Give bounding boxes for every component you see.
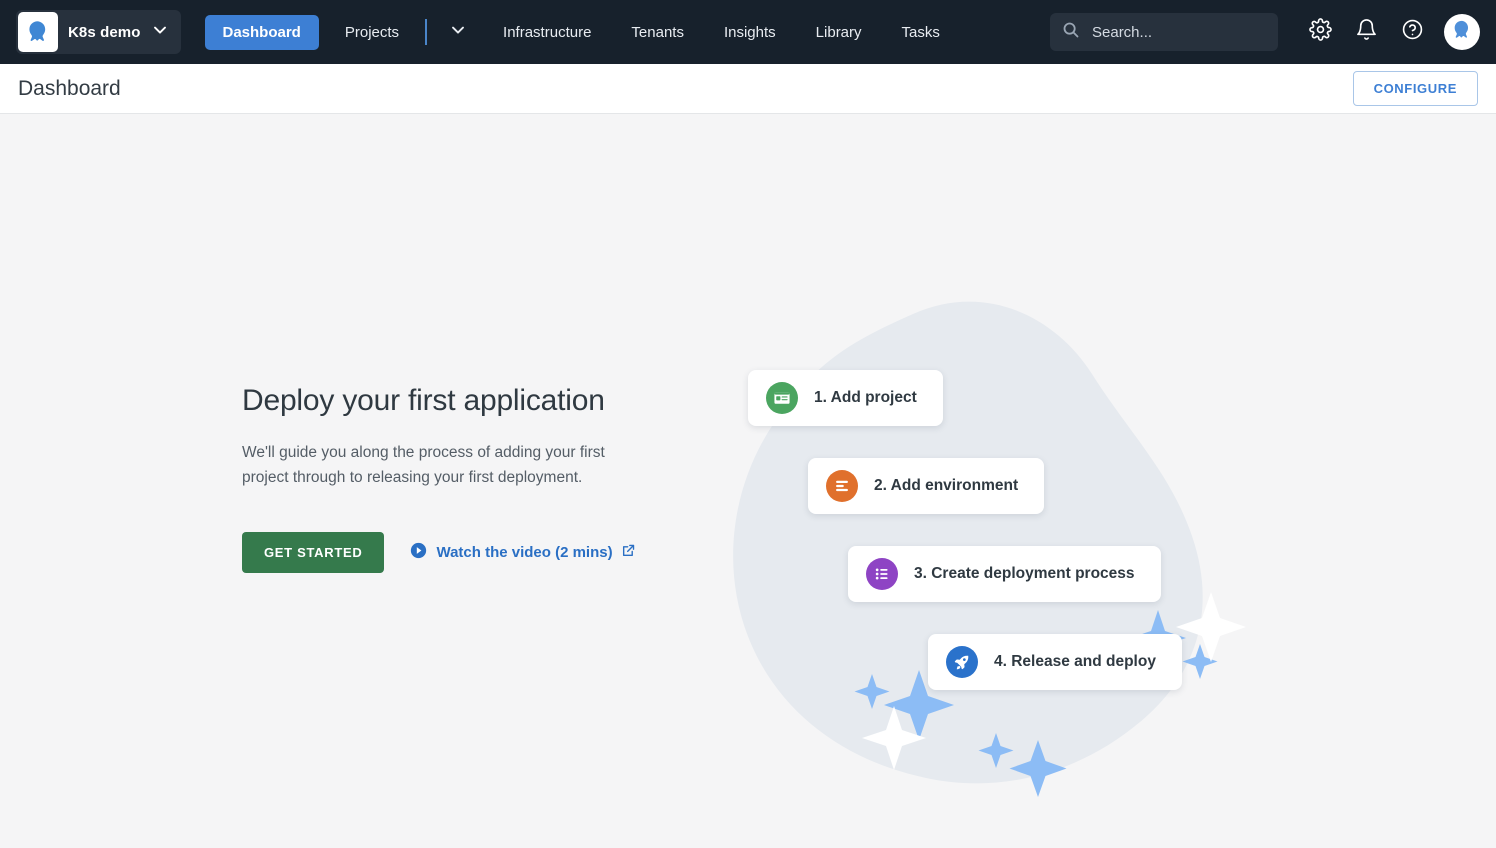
watch-video-link[interactable]: Watch the video (2 mins) [410,542,634,563]
gear-icon [1309,18,1332,46]
sparkle-decorations [700,274,1270,804]
search-input[interactable]: Search... [1050,13,1278,51]
step-card-add-project[interactable]: 1. Add project [748,370,943,426]
step-label: 3. Create deployment process [914,565,1135,583]
watch-video-label: Watch the video (2 mins) [436,544,612,561]
top-navbar: K8s demo Dashboard Projects Infrastructu… [0,0,1496,64]
get-started-button[interactable]: GET STARTED [242,532,384,573]
page-title: Dashboard [18,77,121,101]
nav-item-tasks[interactable]: Tasks [882,15,960,50]
page-subheader: Dashboard CONFIGURE [0,64,1496,114]
onboarding-illustration: 1. Add project 2. Add environment [700,274,1270,804]
external-link-icon [622,544,635,561]
projects-dropdown-toggle[interactable] [433,12,483,53]
environment-bars-icon [826,470,858,502]
help-button[interactable] [1392,12,1432,52]
nav-item-dashboard[interactable]: Dashboard [205,15,319,50]
project-card-icon [766,382,798,414]
nav-item-insights[interactable]: Insights [704,15,796,50]
nav-item-infrastructure[interactable]: Infrastructure [483,15,611,50]
step-label: 1. Add project [814,389,917,407]
navbar-actions: Search... [1050,12,1480,52]
search-icon [1062,21,1080,44]
step-card-create-deployment-process[interactable]: 3. Create deployment process [848,546,1161,602]
rocket-icon [946,646,978,678]
play-circle-icon [410,542,427,563]
process-list-icon [866,558,898,590]
notifications-button[interactable] [1346,12,1386,52]
onboarding-heading: Deploy your first application [242,384,662,418]
onboarding-description: We'll guide you along the process of add… [242,440,634,490]
step-label: 4. Release and deploy [994,653,1156,671]
configure-button[interactable]: CONFIGURE [1353,71,1478,106]
step-card-add-environment[interactable]: 2. Add environment [808,458,1044,514]
step-card-release-and-deploy[interactable]: 4. Release and deploy [928,634,1182,690]
projects-divider [425,19,427,45]
question-circle-icon [1401,18,1424,46]
primary-navigation: Dashboard Projects Infrastructure Tenant… [199,12,960,53]
space-switcher[interactable]: K8s demo [16,10,181,54]
chevron-down-icon [151,21,169,44]
avatar[interactable] [1444,14,1480,50]
onboarding-panel: Deploy your first application We'll guid… [242,384,662,573]
nav-item-projects[interactable]: Projects [325,15,419,50]
octopus-avatar-icon [1449,17,1475,48]
onboarding-actions: GET STARTED Watch the video (2 mins) [242,532,662,573]
space-name-label: K8s demo [68,24,141,41]
main-content: Deploy your first application We'll guid… [0,114,1496,847]
nav-item-tenants[interactable]: Tenants [611,15,704,50]
step-label: 2. Add environment [874,477,1018,495]
settings-button[interactable] [1300,12,1340,52]
bell-icon [1355,18,1378,46]
octopus-logo-icon [18,12,58,52]
nav-item-projects-group: Projects [325,12,483,53]
chevron-down-icon [449,21,467,44]
search-placeholder: Search... [1092,24,1152,41]
nav-item-library[interactable]: Library [796,15,882,50]
